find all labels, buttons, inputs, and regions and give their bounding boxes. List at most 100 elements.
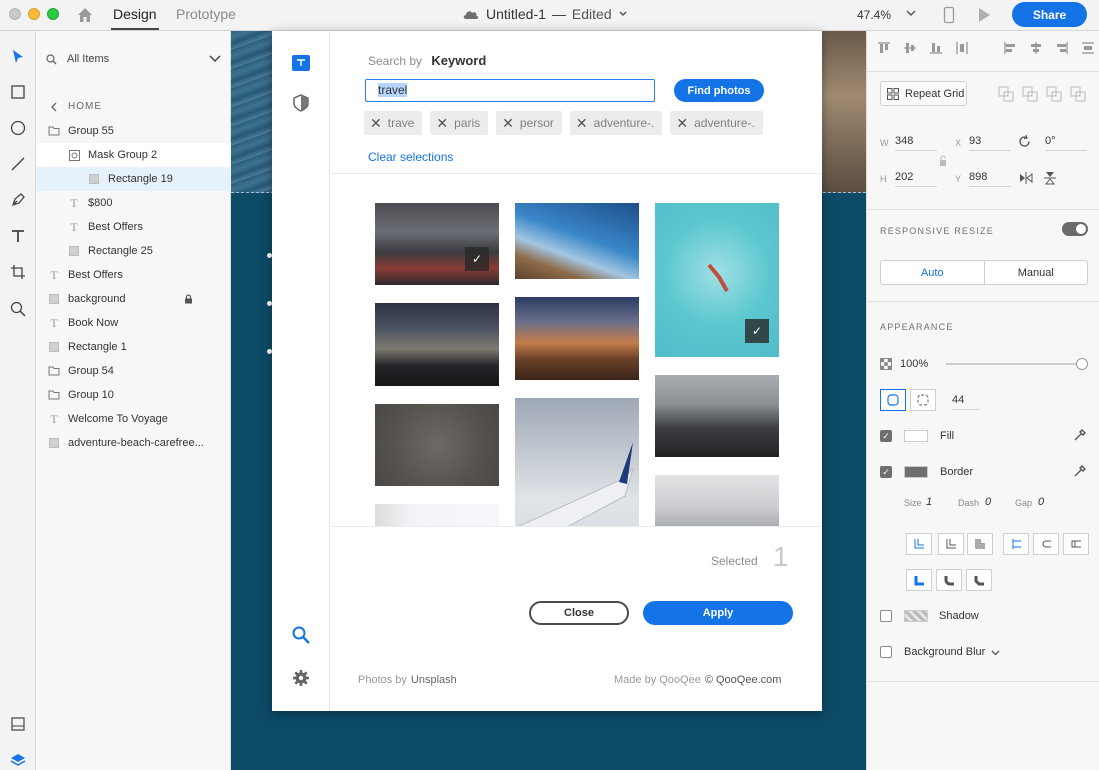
window-close-button[interactable] bbox=[9, 8, 21, 20]
layers-panel-icon[interactable] bbox=[7, 749, 29, 770]
shadow-swatch[interactable] bbox=[904, 610, 928, 622]
height-field[interactable]: 202 bbox=[895, 171, 937, 187]
resize-manual-button[interactable]: Manual bbox=[985, 261, 1088, 284]
keyword-chip[interactable]: ✕ paris bbox=[430, 111, 489, 135]
border-checkbox[interactable]: ✓ bbox=[880, 466, 892, 478]
close-icon[interactable]: ✕ bbox=[676, 115, 688, 132]
cap-round-button[interactable] bbox=[1033, 533, 1059, 555]
apply-button[interactable]: Apply bbox=[643, 601, 793, 625]
layer-item[interactable]: Group 54 bbox=[36, 359, 231, 383]
layer-item[interactable]: background bbox=[36, 287, 231, 311]
zoom-level[interactable]: 47.4% bbox=[857, 8, 891, 22]
stroke-gap-field[interactable]: 0 bbox=[1038, 496, 1044, 508]
rectangle-tool-icon[interactable] bbox=[7, 81, 29, 103]
corner-radius-field[interactable]: 44 bbox=[952, 394, 980, 410]
corner-radius-uniform-button[interactable] bbox=[880, 389, 906, 411]
photo-thumbnail-city-street[interactable] bbox=[375, 303, 499, 386]
stroke-inner-button[interactable] bbox=[906, 533, 932, 555]
text-tool-icon[interactable] bbox=[7, 225, 29, 247]
artboard-tool-icon[interactable] bbox=[7, 261, 29, 283]
unsplash-link[interactable]: Unsplash bbox=[411, 674, 457, 686]
y-field[interactable]: 898 bbox=[969, 171, 1011, 187]
gear-icon[interactable] bbox=[292, 669, 310, 687]
align-middle-icon[interactable] bbox=[903, 41, 917, 55]
align-right-icon[interactable] bbox=[1055, 41, 1069, 55]
layer-item[interactable]: Mask Group 2 bbox=[36, 143, 231, 167]
chevron-down-icon[interactable] bbox=[208, 51, 222, 65]
align-left-icon[interactable] bbox=[1003, 41, 1017, 55]
keyword-chip[interactable]: ✕ adventure-. bbox=[670, 111, 763, 135]
boolean-exclude-icon[interactable] bbox=[1070, 86, 1086, 102]
resize-auto-button[interactable]: Auto bbox=[881, 261, 985, 284]
line-tool-icon[interactable] bbox=[7, 153, 29, 175]
lock-icon[interactable] bbox=[184, 294, 193, 304]
layer-item[interactable]: Group 55 bbox=[36, 119, 231, 143]
photo-thumbnail-traffic[interactable]: ✓ bbox=[375, 203, 499, 285]
keyword-input[interactable]: travel bbox=[365, 79, 655, 102]
layer-item[interactable]: T $800 bbox=[36, 191, 231, 215]
rotation-field[interactable]: 0° bbox=[1045, 135, 1087, 151]
tab-prototype[interactable]: Prototype bbox=[176, 6, 236, 22]
share-button[interactable]: Share bbox=[1012, 2, 1087, 27]
join-miter-button[interactable] bbox=[906, 569, 932, 591]
stroke-dash-field[interactable]: 0 bbox=[985, 496, 991, 508]
link-icon[interactable] bbox=[939, 155, 947, 167]
photo-thumbnail-colosseum[interactable] bbox=[515, 203, 639, 279]
eyedropper-icon[interactable] bbox=[1073, 464, 1087, 478]
layers-filter[interactable]: All Items bbox=[46, 53, 222, 65]
assets-panel-icon[interactable] bbox=[7, 713, 29, 735]
select-tool-icon[interactable] bbox=[7, 46, 29, 68]
qooqee-link[interactable]: © QooQee.com bbox=[705, 674, 782, 686]
ellipse-tool-icon[interactable] bbox=[7, 117, 29, 139]
layer-item[interactable]: adventure-beach-carefree... bbox=[36, 431, 231, 455]
photo-thumbnail-airplane-wing[interactable] bbox=[515, 398, 639, 526]
align-top-icon[interactable] bbox=[877, 41, 891, 55]
layer-item[interactable]: Rectangle 25 bbox=[36, 239, 231, 263]
clear-selections-link[interactable]: Clear selections bbox=[368, 150, 453, 164]
layer-item[interactable]: Rectangle 1 bbox=[36, 335, 231, 359]
boolean-add-icon[interactable] bbox=[998, 86, 1014, 102]
eyedropper-icon[interactable] bbox=[1073, 428, 1087, 442]
join-round-button[interactable] bbox=[936, 569, 962, 591]
close-icon[interactable]: ✕ bbox=[436, 115, 448, 132]
opacity-slider[interactable] bbox=[946, 358, 1088, 370]
home-icon[interactable] bbox=[76, 6, 94, 24]
distribute-horizontal-icon[interactable] bbox=[1081, 41, 1095, 55]
keyword-chip[interactable]: ✕ adventure-. bbox=[569, 111, 663, 135]
cap-square-button[interactable] bbox=[1063, 533, 1089, 555]
document-title[interactable]: Untitled-1 — Edited bbox=[462, 6, 628, 22]
breadcrumb[interactable]: HOME bbox=[50, 101, 102, 112]
repeat-grid-button[interactable]: Repeat Grid bbox=[880, 81, 967, 106]
x-field[interactable]: 93 bbox=[969, 135, 1011, 151]
border-swatch[interactable] bbox=[904, 466, 928, 478]
chevron-down-icon[interactable] bbox=[991, 648, 1000, 657]
stroke-center-button[interactable] bbox=[938, 533, 964, 555]
photo-thumbnail-branches[interactable] bbox=[655, 475, 779, 526]
photo-thumbnail-partial[interactable] bbox=[375, 504, 499, 526]
width-field[interactable]: 348 bbox=[895, 135, 937, 151]
background-blur-checkbox[interactable] bbox=[880, 646, 892, 658]
window-minimize-button[interactable] bbox=[28, 8, 40, 20]
search-icon[interactable] bbox=[291, 625, 311, 645]
stroke-size-field[interactable]: 1 bbox=[926, 496, 932, 508]
photo-thumbnail-mountain[interactable] bbox=[655, 375, 779, 457]
close-icon[interactable]: ✕ bbox=[502, 115, 514, 132]
fill-checkbox[interactable]: ✓ bbox=[880, 430, 892, 442]
layer-item[interactable]: T Book Now bbox=[36, 311, 231, 335]
layer-item[interactable]: Group 10 bbox=[36, 383, 231, 407]
window-maximize-button[interactable] bbox=[47, 8, 59, 20]
search-mode[interactable]: Search by Keyword bbox=[368, 53, 486, 68]
boolean-subtract-icon[interactable] bbox=[1022, 86, 1038, 102]
shadow-checkbox[interactable] bbox=[880, 610, 892, 622]
device-preview-icon[interactable] bbox=[943, 6, 955, 24]
stroke-outer-button[interactable] bbox=[967, 533, 993, 555]
flip-vertical-icon[interactable] bbox=[1043, 171, 1057, 185]
pen-tool-icon[interactable] bbox=[7, 189, 29, 211]
boolean-intersect-icon[interactable] bbox=[1046, 86, 1062, 102]
tab-design[interactable]: Design bbox=[113, 6, 157, 22]
keyword-chip[interactable]: ✕ trave bbox=[364, 111, 423, 135]
layer-item[interactable]: T Welcome To Voyage bbox=[36, 407, 231, 431]
photo-thumbnail-beach-swimmer[interactable]: ✓ bbox=[655, 203, 779, 357]
play-icon[interactable] bbox=[977, 7, 991, 23]
find-photos-button[interactable]: Find photos bbox=[674, 79, 764, 102]
